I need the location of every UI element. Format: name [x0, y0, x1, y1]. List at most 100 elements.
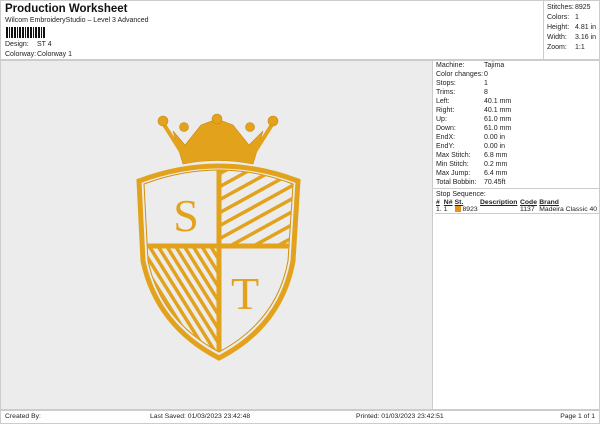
last-saved: Last Saved: 01/03/2023 23:42:48: [150, 413, 251, 420]
info-value: Tajima: [484, 62, 505, 69]
stop-sequence-title: Stop Sequence:: [436, 191, 486, 198]
info-row: EndY: 0.00 in: [433, 142, 599, 151]
info-row: Zoom: 1:1: [547, 43, 596, 53]
column-header: #: [436, 199, 440, 206]
info-value: 4.81 in: [575, 24, 597, 31]
stripe: [144, 344, 148, 352]
info-label: Color changes:: [436, 71, 484, 78]
column-header: Code: [519, 199, 537, 206]
stop-sequence-table: # N# St. Description Code Brand 1. 1 8923 1137 Ma…: [435, 199, 599, 214]
page-number: Page 1 of 1: [560, 413, 595, 420]
machine-info-panel: Machine: Tajima Color changes:0 Stops: 1 Trim…: [433, 60, 600, 410]
info-value: 61.0 mm: [484, 125, 512, 132]
colorway-info: Colorway:Colorway 1: [5, 51, 73, 58]
table-row: 1. 1 8923 1137 Madeira Classic 40: [435, 206, 599, 214]
stripe: [144, 302, 174, 352]
info-value: 1:1: [575, 44, 585, 51]
info-row: Trims: 8: [433, 88, 599, 97]
info-row: Max Jump: 6.4 mm: [433, 169, 599, 178]
info-row: Right: 40.1 mm: [433, 106, 599, 115]
info-label: Machine:: [436, 62, 465, 69]
info-label: Total Bobbin:: [436, 179, 477, 186]
info-label: Min Stitch:: [436, 161, 469, 168]
design-info: Design: ST 4: [5, 41, 52, 48]
cell: 1137: [518, 206, 539, 214]
info-value: 40.1 mm: [484, 98, 512, 105]
column-header: Brand: [539, 199, 559, 206]
printed-date: Printed: 01/03/2023 23:42:51: [356, 413, 444, 420]
info-row: Down: 61.0 mm: [433, 124, 599, 133]
info-row: Left: 40.1 mm: [433, 97, 599, 106]
stripe: [144, 246, 209, 352]
info-label: Down:: [436, 125, 456, 132]
design-preview: S T: [0, 60, 433, 410]
info-row: Color changes:0: [433, 70, 599, 79]
created-by: Created By:: [5, 413, 41, 420]
info-value: 0.00 in: [484, 134, 506, 141]
software-name: Wilcom EmbroideryStudio – Level 3 Advanc…: [5, 17, 149, 24]
info-value: 6.4 mm: [484, 170, 508, 177]
info-value: 61.0 mm: [484, 116, 512, 123]
info-label: Colors:: [547, 14, 570, 21]
info-label: Zoom:: [547, 44, 567, 51]
stitch-count: 8923: [462, 206, 478, 213]
info-value: 1: [484, 80, 488, 87]
stop-sequence: Stop Sequence: # N# St. Description Code Bran…: [433, 188, 599, 214]
design-name: ST 4: [37, 41, 52, 48]
stripe: [144, 316, 165, 352]
page-title: Production Worksheet: [5, 3, 128, 15]
info-row: EndX: 0.00 in: [433, 133, 599, 142]
info-label: Width:: [547, 34, 567, 41]
column-header: Description: [480, 199, 518, 206]
info-value: 8925: [575, 4, 591, 11]
machine-details: Machine: Tajima Color changes:0 Stops: 1 Trim…: [433, 61, 599, 187]
info-value: 8: [484, 89, 488, 96]
column-header: N#: [443, 199, 453, 206]
info-value: 0.00 in: [484, 143, 506, 150]
crown-icon: [157, 113, 279, 165]
info-label: Height:: [547, 24, 570, 31]
stripe: [200, 245, 221, 275]
worksheet-header: Production Worksheet Wilcom EmbroiderySt…: [0, 0, 543, 60]
colorway-name: Colorway 1: [37, 51, 73, 58]
cell: Madeira Classic 40: [538, 206, 599, 214]
info-row: Up: 61.0 mm: [433, 115, 599, 124]
stripe: [144, 330, 157, 352]
cell: 8923: [453, 206, 480, 214]
cell: 1.: [435, 206, 443, 214]
info-value: 3.16 in: [575, 34, 597, 41]
info-value: 40.1 mm: [484, 107, 512, 114]
info-row: Stitches:8925: [547, 3, 596, 13]
cell: [479, 206, 519, 214]
monogram-s: S: [173, 190, 199, 241]
footer: Created By: Last Saved: 01/03/2023 23:42…: [0, 410, 600, 424]
stripe: [252, 222, 293, 248]
info-row: Max Stitch: 6.8 mm: [433, 151, 599, 160]
info-label: Max Stitch:: [436, 152, 471, 159]
info-label: EndX:: [436, 134, 456, 141]
info-row: Colors: 1: [547, 13, 596, 23]
color-swatch: [454, 206, 461, 213]
design-stats: Stitches:8925 Colors: 1 Height: 4.81 in Width…: [543, 0, 600, 60]
info-label: Trims:: [436, 89, 456, 96]
info-label: EndY:: [436, 143, 455, 150]
info-label: Max Jump:: [436, 170, 471, 177]
cell: 1: [442, 206, 454, 214]
shield-icon: S T: [136, 163, 301, 361]
info-row: Total Bobbin: 70.45ft: [433, 178, 599, 187]
info-value: 1: [575, 14, 579, 21]
info-value: 0: [484, 71, 488, 78]
monogram-t: T: [231, 268, 259, 319]
info-label: Left:: [436, 98, 450, 105]
column-header: St.: [454, 199, 464, 206]
stripe: [173, 245, 221, 317]
info-label: Stitches:: [547, 4, 574, 11]
info-value: 0.2 mm: [484, 161, 508, 168]
stripes-bottom-left: [144, 245, 221, 352]
info-label: Stops:: [436, 80, 456, 87]
info-row: Stops: 1: [433, 79, 599, 88]
info-row: Height: 4.81 in: [547, 23, 596, 33]
info-row: Machine: Tajima: [433, 61, 599, 70]
info-row: Width: 3.16 in: [547, 33, 596, 43]
info-row: Min Stitch: 0.2 mm: [433, 160, 599, 169]
